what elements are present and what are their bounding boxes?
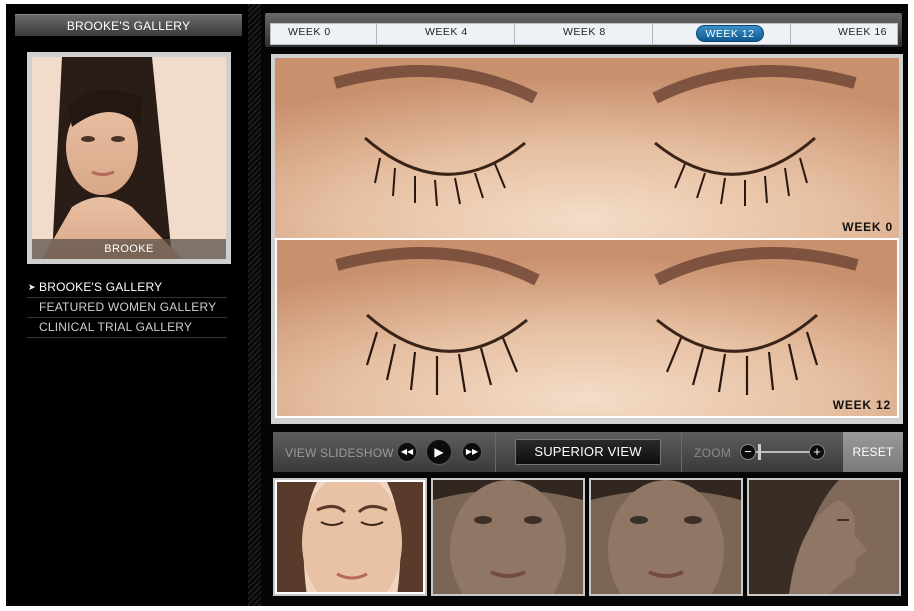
control-bar: VIEW SLIDESHOW ◀◀ ▶ ▶▶ SUPERIOR VIEW ZOO… bbox=[273, 432, 903, 472]
eye-closeup-illustration bbox=[277, 240, 897, 416]
eye-image-week-12: WEEK 12 bbox=[275, 238, 899, 418]
week-12-selected[interactable]: WEEK 12 bbox=[696, 25, 764, 42]
rewind-button[interactable]: ◀◀ bbox=[397, 442, 417, 462]
nav-item-label: CLINICAL TRIAL GALLERY bbox=[39, 320, 193, 334]
thumbnail-front-1[interactable] bbox=[431, 478, 585, 596]
portrait-image: BROOKE bbox=[32, 57, 226, 259]
week-0-label[interactable]: WEEK 0 bbox=[288, 26, 331, 38]
gallery-header: BROOKE'S GALLERY bbox=[15, 14, 242, 36]
week-16-label[interactable]: WEEK 16 bbox=[838, 26, 887, 38]
eye-image-week-0: WEEK 0 bbox=[275, 58, 899, 238]
view-slideshow-label: VIEW SLIDESHOW bbox=[285, 446, 394, 460]
thumbnail-image bbox=[275, 480, 425, 594]
chevron-right-icon: ➤ bbox=[28, 282, 36, 292]
left-panel: BROOKE'S GALLERY BROOKE ➤ BROOKE'S GALLE… bbox=[6, 4, 248, 606]
nav-item-label: FEATURED WOMEN GALLERY bbox=[39, 300, 217, 314]
nav-item-label: BROOKE'S GALLERY bbox=[39, 280, 163, 294]
portrait-illustration bbox=[32, 57, 226, 259]
week-tag-bottom: WEEK 12 bbox=[832, 398, 891, 412]
fast-forward-icon: ▶▶ bbox=[465, 447, 479, 456]
thumbnail-image bbox=[433, 480, 583, 594]
fast-forward-button[interactable]: ▶▶ bbox=[462, 442, 482, 462]
week-tag-top: WEEK 0 bbox=[842, 220, 893, 234]
zoom-label: ZOOM bbox=[694, 446, 732, 460]
divider-stripe bbox=[248, 4, 261, 606]
face-profile-illustration bbox=[749, 480, 899, 594]
timeline-tick bbox=[376, 24, 377, 44]
nav-item-clinical-trial-gallery[interactable]: CLINICAL TRIAL GALLERY bbox=[27, 318, 227, 338]
thumbnail-image bbox=[749, 480, 899, 594]
plus-icon: + bbox=[813, 444, 821, 459]
nav-item-featured-women-gallery[interactable]: FEATURED WOMEN GALLERY bbox=[27, 298, 227, 318]
timeline-tick bbox=[514, 24, 515, 44]
reset-button[interactable]: RESET bbox=[843, 432, 903, 472]
rewind-icon: ◀◀ bbox=[400, 447, 414, 456]
nav-item-brookes-gallery[interactable]: ➤ BROOKE'S GALLERY bbox=[27, 278, 227, 298]
zoom-out-button[interactable]: − bbox=[740, 444, 756, 460]
face-front-illustration bbox=[591, 480, 741, 594]
timeline-tick bbox=[790, 24, 791, 44]
week-8-label[interactable]: WEEK 8 bbox=[563, 26, 606, 38]
week-4-label[interactable]: WEEK 4 bbox=[425, 26, 468, 38]
zoom-in-button[interactable]: + bbox=[809, 444, 825, 460]
portrait-card[interactable]: BROOKE bbox=[27, 52, 231, 264]
minus-icon: − bbox=[744, 444, 752, 459]
zoom-slider-track[interactable] bbox=[756, 451, 809, 453]
superior-view-button[interactable]: SUPERIOR VIEW bbox=[515, 439, 661, 465]
right-panel: WEEK 0 WEEK 4 WEEK 8 WEEK 12 WEEK 16 WEE… bbox=[261, 4, 908, 606]
play-icon: ▶ bbox=[434, 445, 444, 459]
week-timeline[interactable]: WEEK 0 WEEK 4 WEEK 8 WEEK 12 WEEK 16 bbox=[270, 23, 898, 45]
thumbnail-superior[interactable] bbox=[273, 478, 427, 596]
timeline-tick bbox=[652, 24, 653, 44]
comparison-viewer: WEEK 0 WEEK 12 bbox=[271, 54, 903, 424]
thumbnail-front-2[interactable] bbox=[589, 478, 743, 596]
thumbnail-profile[interactable] bbox=[747, 478, 901, 596]
play-button[interactable]: ▶ bbox=[426, 439, 452, 465]
face-superior-illustration bbox=[277, 482, 423, 592]
eye-closeup-illustration bbox=[275, 58, 899, 238]
gallery-app: BROOKE'S GALLERY BROOKE ➤ BROOKE'S GALLE… bbox=[6, 4, 908, 606]
zoom-slider-thumb[interactable] bbox=[758, 444, 761, 460]
control-divider bbox=[495, 432, 496, 472]
gallery-nav: ➤ BROOKE'S GALLERY FEATURED WOMEN GALLER… bbox=[27, 278, 227, 338]
face-front-illustration bbox=[433, 480, 583, 594]
portrait-caption: BROOKE bbox=[32, 239, 226, 259]
control-divider bbox=[681, 432, 682, 472]
thumbnail-image bbox=[591, 480, 741, 594]
thumbnail-strip bbox=[273, 478, 903, 596]
